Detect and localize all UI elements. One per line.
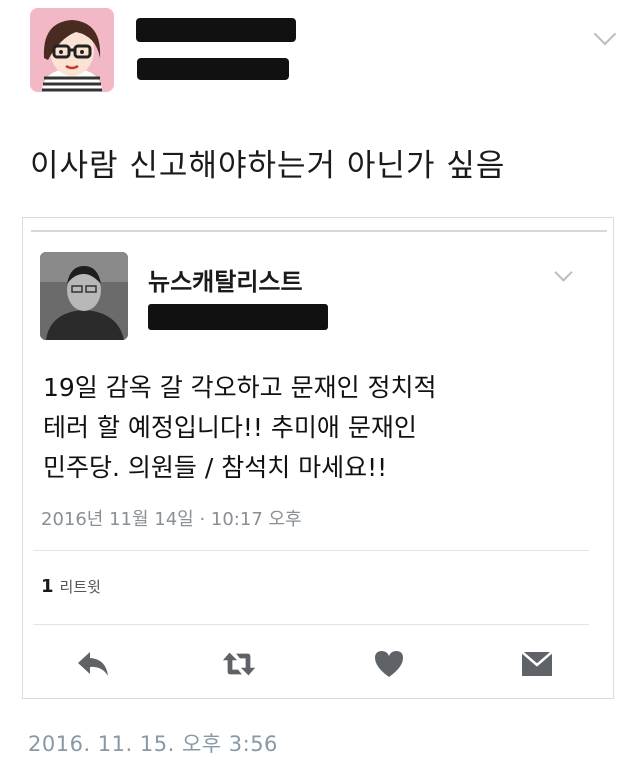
quoted-date[interactable]: 2016년 11월 14일 · 10:17 오후 [41,505,302,531]
quoted-tweet-card[interactable]: 뉴스캐탈리스트 19일 감옥 갈 각오하고 문재인 정치적 테러 할 예정입니다… [22,217,614,699]
redacted-quoted-handle [148,304,328,330]
divider [33,550,589,551]
chevron-down-icon[interactable] [593,22,617,46]
user-avatar[interactable] [30,8,114,92]
quote-top-rule [31,230,607,232]
redacted-handle [137,58,289,80]
retweet-label: 리트윗 [59,578,101,596]
quoted-tweet-body: 19일 감옥 갈 각오하고 문재인 정치적 테러 할 예정입니다!! 추미애 문… [43,368,563,488]
quoted-line: 테러 할 예정입니다!! 추미애 문재인 [43,413,417,442]
quoted-line: 19일 감옥 갈 각오하고 문재인 정치적 [43,373,437,402]
quoted-author-avatar[interactable] [40,252,128,340]
like-button[interactable] [371,646,407,682]
divider [33,624,589,625]
quoted-author-name[interactable]: 뉴스캐탈리스트 [148,262,303,297]
reply-icon [78,652,108,676]
tweet-timestamp[interactable]: 2016. 11. 15. 오후 3:56 [28,728,278,758]
person-photo-icon [40,252,128,340]
tweet-text: 이사람 신고해야하는거 아닌가 싶음 [30,148,506,184]
like-icon [375,651,403,677]
message-button[interactable] [519,646,555,682]
cartoon-avatar-icon [30,8,114,92]
reply-button[interactable] [75,646,111,682]
retweet-stats[interactable]: 1 리트윗 [41,576,101,597]
message-icon [521,651,553,676]
redacted-display-name [136,18,296,42]
retweet-icon [222,652,256,676]
quoted-chevron-down-icon[interactable] [554,263,573,282]
quoted-line: 민주당. 의원들 / 참석치 마세요!! [43,453,388,482]
retweet-button[interactable] [221,646,257,682]
retweet-count: 1 [41,576,54,597]
